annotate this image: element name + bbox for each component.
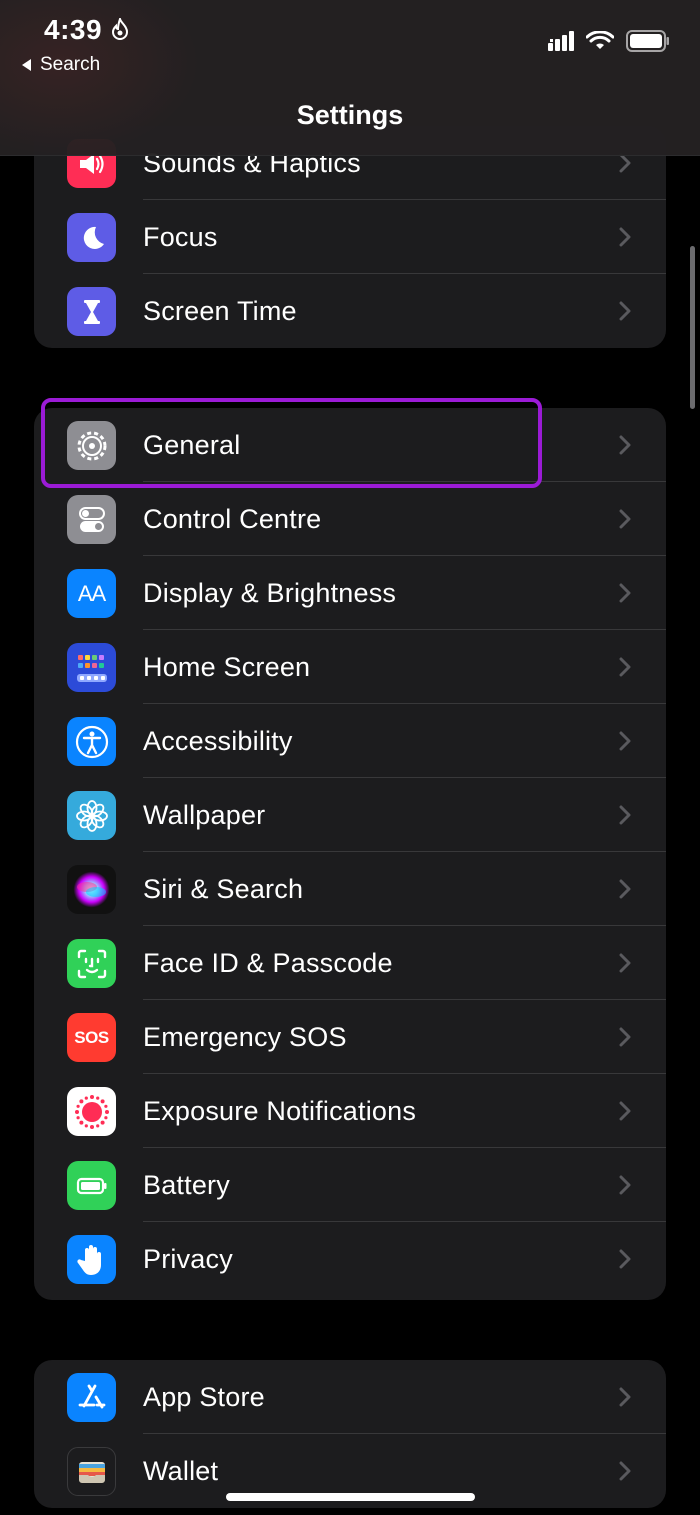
- chevron-right-icon: [619, 227, 631, 247]
- hourglass-icon: [67, 287, 116, 336]
- chevron-right-icon: [619, 1027, 631, 1047]
- text-size-icon: AA: [67, 569, 116, 618]
- chevron-right-icon: [619, 509, 631, 529]
- status-indicators: [548, 30, 670, 52]
- sos-icon: SOS: [67, 1013, 116, 1062]
- exposure-icon: [67, 1087, 116, 1136]
- settings-row-screen-time[interactable]: Screen Time: [34, 274, 666, 348]
- settings-row-control-centre[interactable]: Control Centre: [34, 482, 666, 556]
- row-label: Exposure Notifications: [143, 1096, 417, 1126]
- icon-text: AA: [77, 580, 106, 606]
- battery-icon: [67, 1161, 116, 1210]
- row-label: Accessibility: [143, 726, 293, 756]
- settings-row-home-screen[interactable]: Home Screen: [34, 630, 666, 704]
- row-label: Siri & Search: [143, 874, 304, 904]
- wifi-icon: [586, 31, 614, 49]
- settings-group-2: General Control Centre AA Display & Brig…: [34, 408, 666, 1300]
- row-label: Focus: [143, 222, 218, 252]
- icon-text: SOS: [74, 1027, 109, 1047]
- settings-row-siri-search[interactable]: Siri & Search: [34, 852, 666, 926]
- settings-row-app-store[interactable]: App Store: [34, 1360, 666, 1434]
- chevron-right-icon: [619, 731, 631, 751]
- row-label: Screen Time: [143, 296, 297, 326]
- accessibility-icon: [67, 717, 116, 766]
- status-time: 4:39: [44, 14, 103, 45]
- settings-row-privacy[interactable]: Privacy: [34, 1222, 666, 1296]
- row-label: Emergency SOS: [143, 1022, 347, 1052]
- battery-status-icon: [626, 30, 669, 52]
- face-id-icon: [67, 939, 116, 988]
- settings-row-focus[interactable]: Focus: [34, 200, 666, 274]
- chevron-right-icon: [619, 1101, 631, 1121]
- chevron-right-icon: [619, 1249, 631, 1269]
- hotspot-icon: [111, 18, 129, 40]
- chevron-right-icon: [619, 805, 631, 825]
- row-label: Control Centre: [143, 504, 322, 534]
- home-indicator[interactable]: [226, 1493, 475, 1501]
- settings-row-emergency-sos[interactable]: SOS Emergency SOS: [34, 1000, 666, 1074]
- back-label: Search: [40, 54, 101, 75]
- settings-row-accessibility[interactable]: Accessibility: [34, 704, 666, 778]
- row-label: Display & Brightness: [143, 578, 397, 608]
- back-to-search-button[interactable]: Search: [22, 53, 100, 77]
- back-arrow-icon: [22, 59, 31, 71]
- settings-row-battery[interactable]: Battery: [34, 1148, 666, 1222]
- moon-icon: [67, 213, 116, 262]
- settings-row-wallpaper[interactable]: Wallpaper: [34, 778, 666, 852]
- chevron-right-icon: [619, 1175, 631, 1195]
- chevron-right-icon: [619, 1387, 631, 1407]
- row-label: Face ID & Passcode: [143, 948, 393, 978]
- siri-icon: [67, 865, 116, 914]
- row-label: Home Screen: [143, 652, 311, 682]
- chevron-right-icon: [619, 153, 631, 173]
- toggles-icon: [67, 495, 116, 544]
- settings-group-3: App Store Wallet: [34, 1360, 666, 1508]
- flower-icon: [67, 791, 116, 840]
- chevron-right-icon: [619, 1461, 631, 1481]
- chevron-right-icon: [619, 583, 631, 603]
- settings-group-1: Sounds & Haptics Focus Screen Time: [34, 126, 666, 348]
- navigation-header: 4:39 Search Settings: [0, 0, 700, 156]
- settings-row-exposure-notifications[interactable]: Exposure Notifications: [34, 1074, 666, 1148]
- settings-row-display-brightness[interactable]: AA Display & Brightness: [34, 556, 666, 630]
- row-label: Privacy: [143, 1244, 233, 1274]
- chevron-right-icon: [619, 301, 631, 321]
- row-label: Battery: [143, 1170, 230, 1200]
- row-label: App Store: [143, 1382, 265, 1412]
- general-highlight-box: [41, 398, 542, 488]
- settings-list[interactable]: Sounds & Haptics Focus Screen Time Gener…: [0, 0, 700, 1515]
- row-label: Wallet: [143, 1456, 219, 1486]
- hand-icon: [67, 1235, 116, 1284]
- page-title: Settings: [296, 100, 404, 130]
- scrollbar[interactable]: [690, 246, 695, 409]
- cellular-signal-icon: [548, 31, 574, 51]
- chevron-right-icon: [619, 953, 631, 973]
- wallet-icon: [67, 1447, 116, 1496]
- chevron-right-icon: [619, 879, 631, 899]
- chevron-right-icon: [619, 657, 631, 677]
- settings-row-face-id[interactable]: Face ID & Passcode: [34, 926, 666, 1000]
- app-store-icon: [67, 1373, 116, 1422]
- row-label: Wallpaper: [143, 800, 266, 830]
- chevron-right-icon: [619, 435, 631, 455]
- home-grid-icon: [67, 643, 116, 692]
